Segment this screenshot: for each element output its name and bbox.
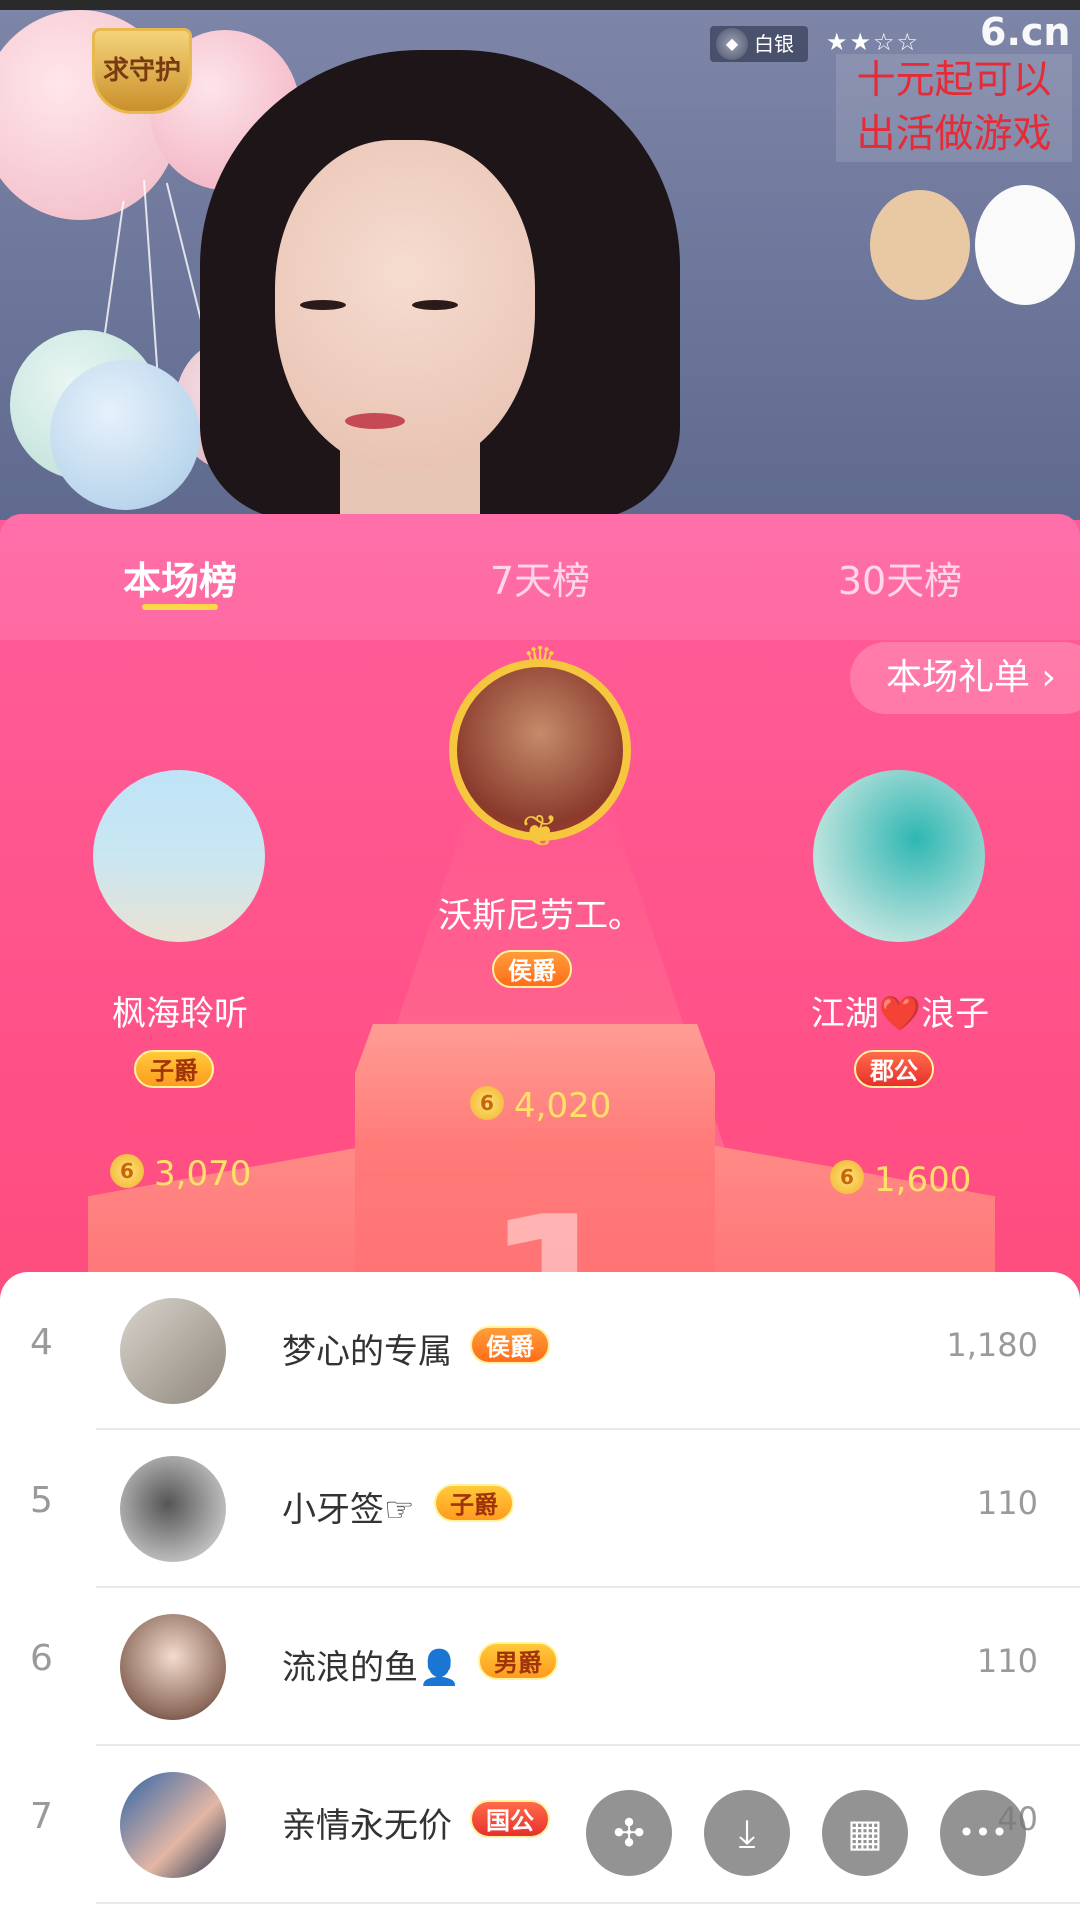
avatar-third-place[interactable] <box>813 770 985 942</box>
rabbit-sticker <box>975 185 1075 305</box>
row-avatar[interactable] <box>120 1772 226 1878</box>
bear-sticker <box>870 190 970 300</box>
live-video[interactable]: 求守护 ◆ 白银 ★★☆☆ 6.cn 十元起可以 出活做游戏 <box>0 0 1080 520</box>
download-button[interactable]: ⤓ <box>704 1790 790 1876</box>
promo-banner: 十元起可以 出活做游戏 <box>836 54 1072 162</box>
rank-level: 白银 <box>754 32 794 56</box>
row-name: 亲情永无价 <box>282 1806 452 1846</box>
row-avatar[interactable] <box>120 1456 226 1562</box>
row-avatar[interactable] <box>120 1298 226 1404</box>
active-tab-indicator <box>142 604 218 610</box>
apps-button[interactable]: ▦ <box>822 1790 908 1876</box>
status-bar <box>0 0 1080 10</box>
second-place-score: 6 3,070 <box>110 1154 251 1194</box>
tab-this-show[interactable]: 本场榜 <box>40 550 320 610</box>
third-place-score: 6 1,600 <box>830 1160 971 1200</box>
grid-icon: ▦ <box>847 1811 883 1855</box>
more-button[interactable]: ••• <box>940 1790 1026 1876</box>
guard-badge[interactable]: 求守护 <box>92 28 192 114</box>
first-place-score-value: 4,020 <box>514 1086 612 1126</box>
wing-emblem-icon: ❦ <box>521 806 559 857</box>
streamer-eye <box>300 300 346 310</box>
coin-icon: 6 <box>470 1086 504 1120</box>
first-place-score: 6 4,020 <box>470 1086 611 1126</box>
promo-line: 出活做游戏 <box>856 112 1052 157</box>
row-divider <box>96 1902 1080 1904</box>
row-avatar[interactable] <box>120 1614 226 1720</box>
rank-shield-icon: ◆ <box>716 28 748 60</box>
row-rank: 6 <box>30 1638 53 1679</box>
ranking-list[interactable]: 4 梦心的专属 侯爵 1,180 5 小牙签☞ 子爵 110 6 流浪的鱼👤 男… <box>0 1272 1080 1920</box>
row-score: 1,180 <box>946 1326 1038 1364</box>
more-icon: ••• <box>958 1816 1008 1849</box>
ranking-row[interactable]: 4 梦心的专属 侯爵 1,180 <box>0 1272 1080 1430</box>
share-icon: ✣ <box>613 1811 645 1855</box>
third-place-score-value: 1,600 <box>874 1160 972 1200</box>
ranking-row[interactable]: 7 亲情永无价 国公 40 <box>0 1746 1080 1904</box>
live-room-screen: 求守护 ◆ 白银 ★★☆☆ 6.cn 十元起可以 出活做游戏 本场榜 7天榜 3… <box>0 0 1080 1920</box>
gift-list-button[interactable]: 本场礼单 › <box>850 642 1080 714</box>
tab-30-days[interactable]: 30天榜 <box>760 550 1040 610</box>
row-title-badge: 侯爵 <box>470 1326 550 1364</box>
third-place-name[interactable]: 江湖❤️浪子 <box>750 986 1050 1035</box>
download-icon: ⤓ <box>738 1811 756 1855</box>
coin-icon: 6 <box>830 1160 864 1194</box>
streamer-lips <box>345 413 405 429</box>
balloon-decor <box>50 360 200 510</box>
rank-stars: ★★☆☆ <box>826 28 921 56</box>
tab-7-days[interactable]: 7天榜 <box>400 550 680 610</box>
second-place-name[interactable]: 枫海聆听 <box>30 986 330 1035</box>
second-place-score-value: 3,070 <box>154 1154 252 1194</box>
ranking-tabs: 本场榜 7天榜 30天榜 <box>0 514 1080 640</box>
row-title-badge: 子爵 <box>434 1484 514 1522</box>
row-rank: 7 <box>30 1796 53 1837</box>
row-rank: 5 <box>30 1480 53 1521</box>
row-name: 流浪的鱼👤 <box>282 1648 461 1688</box>
balloon-string <box>143 180 159 380</box>
site-logo: 6.cn <box>980 10 1071 54</box>
avatar-second-place[interactable] <box>93 770 265 942</box>
coin-icon: 6 <box>110 1154 144 1188</box>
streamer-eye <box>412 300 458 310</box>
row-score: 110 <box>976 1484 1038 1522</box>
row-name: 小牙签☞ <box>282 1490 415 1530</box>
promo-line: 十元起可以 <box>856 58 1052 103</box>
first-place-title-badge: 侯爵 <box>492 950 572 988</box>
ranking-row[interactable]: 6 流浪的鱼👤 男爵 110 <box>0 1588 1080 1746</box>
row-score: 110 <box>976 1642 1038 1680</box>
row-name: 梦心的专属 <box>282 1332 452 1372</box>
ranking-row[interactable]: 5 小牙签☞ 子爵 110 <box>0 1430 1080 1588</box>
second-place-title-badge: 子爵 <box>134 1050 214 1088</box>
row-rank: 4 <box>30 1322 53 1363</box>
share-button[interactable]: ✣ <box>586 1790 672 1876</box>
row-title-badge: 国公 <box>470 1800 550 1838</box>
first-place-name[interactable]: 沃斯尼劳工。 <box>390 888 690 937</box>
row-title-badge: 男爵 <box>478 1642 558 1680</box>
third-place-title-badge: 郡公 <box>854 1050 934 1088</box>
streamer-rank-tag: ◆ 白银 <box>710 26 808 62</box>
